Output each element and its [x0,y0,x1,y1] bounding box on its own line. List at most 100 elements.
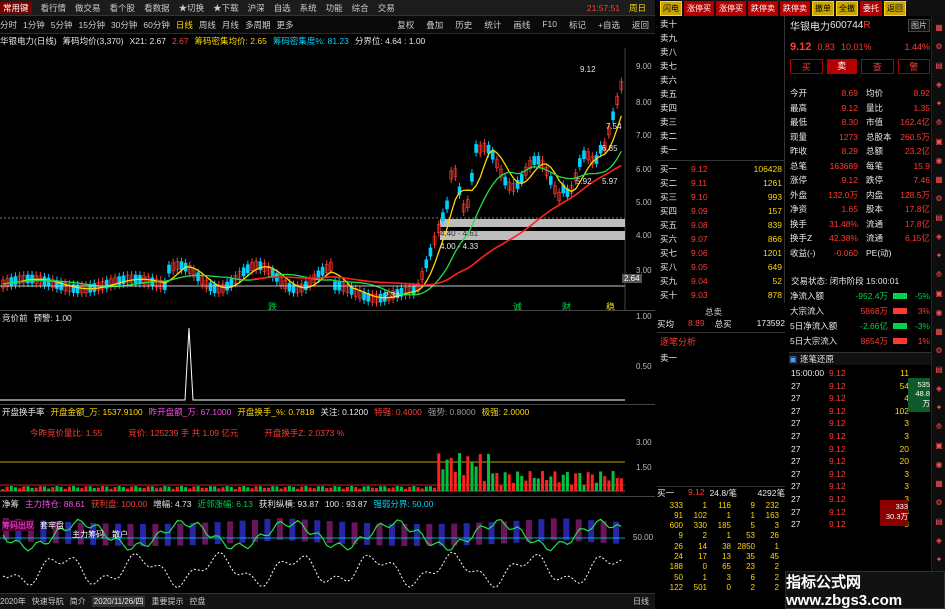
sidebar-tool-icon[interactable]: ⟰ [933,421,945,433]
quick-button[interactable]: 涨停买 [684,0,714,16]
period-tab-multi[interactable]: 多周期 [245,19,271,31]
period-tab-30m[interactable]: 30分钟 [111,19,137,31]
menu-item[interactable]: 综合 [352,2,369,14]
buy-level-row[interactable]: 买八 9.05 649 [660,261,782,273]
quick-button[interactable]: 返回 [884,0,906,16]
buy-level-row[interactable]: 买五 9.08 839 [660,219,782,231]
tool-back[interactable]: 返回 [632,19,649,31]
tool-mark[interactable]: 标记 [569,19,586,31]
sell-level-row[interactable]: 卖四 [660,102,677,114]
buy-level-row[interactable]: 买九 9.04 52 [660,275,782,287]
tool-f10[interactable]: F10 [542,19,557,31]
period-tab-60m[interactable]: 60分钟 [143,19,169,31]
tool-history[interactable]: 历史 [455,19,472,31]
indicator-name[interactable]: 筹码均价(3,370) [63,35,124,47]
menu-item[interactable]: 做交易 [75,2,101,14]
sidebar-tool-icon[interactable]: ⟰ [933,269,945,281]
quick-button[interactable]: 全撤 [836,0,858,16]
sell-level-row[interactable]: 卖三 [660,116,677,128]
menu-item[interactable]: 系统 [300,2,317,14]
menu-item[interactable]: ★切换 [179,2,205,14]
sell-button[interactable]: 卖 [826,59,857,74]
sidebar-tool-icon[interactable]: ▤ [933,364,945,376]
period-tab-week[interactable]: 周线 [199,19,216,31]
sidebar-tool-icon[interactable]: ▣ [933,136,945,148]
menu-item[interactable]: 看数据 [144,2,170,14]
quick-button[interactable]: 委托 [860,0,882,16]
sidebar-tool-icon[interactable]: ⚙ [933,497,945,509]
period-tab-day[interactable]: 日线 [176,19,193,31]
nav-link[interactable]: 简介 [70,596,86,607]
sidebar-tool-icon[interactable]: ▤ [933,212,945,224]
period-tab-tick[interactable]: 分时 [0,19,17,31]
sidebar-tool-icon[interactable]: ✦ [933,402,945,414]
candlestick-chart[interactable] [0,48,655,310]
period-tab-more[interactable]: 更多 [276,19,293,31]
sell-level-row[interactable]: 卖一 [660,144,677,156]
sidebar-tool-icon[interactable]: ◉ [933,307,945,319]
quick-button[interactable]: 跌停卖 [748,0,778,16]
nav-link[interactable]: 控盘 [189,596,205,607]
sidebar-tool-icon[interactable]: ◈ [933,383,945,395]
sidebar-tool-icon[interactable]: ✦ [933,554,945,566]
period-tab-month[interactable]: 月线 [222,19,239,31]
period-tab-5m[interactable]: 5分钟 [51,19,73,31]
menu-item[interactable]: 交易 [378,2,395,14]
sell-level-row[interactable]: 卖五 [660,88,677,100]
menu-item[interactable]: 沪深 [248,2,265,14]
period-tab-15m[interactable]: 15分钟 [78,19,104,31]
sell-level-row[interactable]: 卖八 [660,46,677,58]
sidebar-tool-icon[interactable]: ▤ [933,60,945,72]
quick-button[interactable]: 跌停卖 [780,0,810,16]
sidebar-tool-icon[interactable]: ▦ [933,22,945,34]
menu-item[interactable]: ★下载 [213,2,239,14]
sidebar-tool-icon[interactable]: ⚙ [933,193,945,205]
sell-level-row[interactable]: 卖二 [660,130,677,142]
sidebar-tool-icon[interactable]: ✦ [933,98,945,110]
quick-button[interactable]: 撤单 [812,0,834,16]
tool-draw[interactable]: 画线 [513,19,530,31]
chart-mode-tab[interactable]: 图片 [908,19,930,32]
quick-button[interactable]: 闪电 [660,0,682,16]
sell-level-row[interactable]: 卖六 [660,74,677,86]
sidebar-tool-icon[interactable]: ◈ [933,79,945,91]
buy-level-row[interactable]: 买七 9.06 1201 [660,247,782,259]
buy-level-row[interactable]: 买十 9.03 878 [660,289,782,301]
buy-level-row[interactable]: 买二 9.11 1261 [660,177,782,189]
alert-button[interactable]: 警 [897,59,930,74]
sell-level-row[interactable]: 卖七 [660,60,677,72]
tool-stats[interactable]: 统计 [484,19,501,31]
buy-button[interactable]: 买 [790,59,823,74]
nav-link[interactable]: 重要提示 [151,596,183,607]
sidebar-tool-icon[interactable]: ⚙ [933,345,945,357]
sidebar-tool-icon[interactable]: ▣ [933,288,945,300]
menu-item[interactable]: 看个股 [110,2,136,14]
menu-item[interactable]: 自选 [274,2,291,14]
sidebar-tool-icon[interactable]: ✦ [933,250,945,262]
tool-adjust[interactable]: 复权 [397,19,414,31]
sidebar-tool-icon[interactable]: ◉ [933,155,945,167]
buy-level-row[interactable]: 买六 9.07 866 [660,233,782,245]
sidebar-tool-icon[interactable]: ◈ [933,231,945,243]
buy-level-row[interactable]: 买四 9.09 157 [660,205,782,217]
query-button[interactable]: 查 [861,59,894,74]
sidebar-tool-icon[interactable]: ▦ [933,326,945,338]
period-tab-1m[interactable]: 1分钟 [23,19,45,31]
menu-item[interactable]: 功能 [326,2,343,14]
sidebar-tool-icon[interactable]: ⚙ [933,41,945,53]
sidebar-tool-icon[interactable]: ◉ [933,459,945,471]
tool-overlay[interactable]: 叠加 [426,19,443,31]
sidebar-tool-icon[interactable]: ▦ [933,174,945,186]
nav-link[interactable]: 快速导航 [32,596,64,607]
sidebar-tool-icon[interactable]: ▣ [933,440,945,452]
sidebar-tool-icon[interactable]: ◈ [933,535,945,547]
sidebar-tool-icon[interactable]: ▤ [933,516,945,528]
buy-level-row[interactable]: 买三 9.10 993 [660,191,782,203]
app-menu-button[interactable]: 常用键 [0,1,32,14]
quick-button[interactable]: 涨停买 [716,0,746,16]
buy-level-row[interactable]: 买一 9.12 106428 [660,163,782,175]
menu-item[interactable]: 看行情 [41,2,67,14]
tick-analysis-title[interactable]: 逐笔分析 [660,335,696,348]
sidebar-tool-icon[interactable]: ▦ [933,478,945,490]
sell-level-row[interactable]: 卖十 [660,18,677,30]
